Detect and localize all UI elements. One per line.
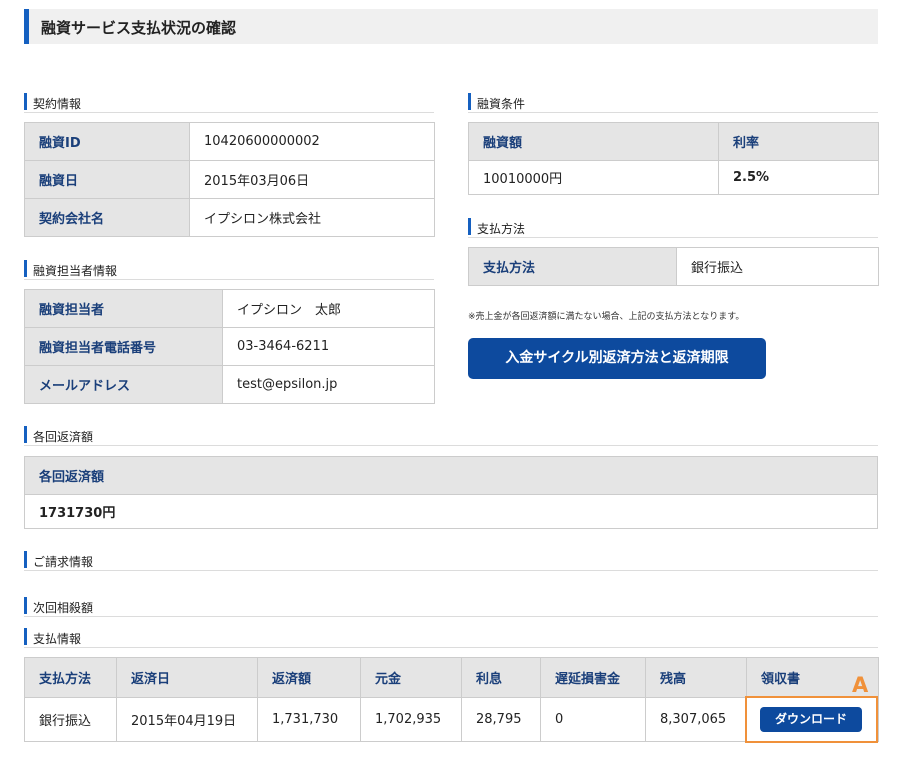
installment-table: 各回返済額 1731730円 [24, 456, 878, 529]
download-receipt-button[interactable]: ダウンロード [760, 707, 862, 732]
officer-table: 融資担当者 イプシロン 太郎 融資担当者電話番号 03-3464-6211 メー… [24, 289, 435, 404]
repayment-schedule-button[interactable]: 入金サイクル別返済方法と返済期限 [468, 338, 766, 379]
installment-section-heading: 各回返済額 [24, 426, 878, 446]
loan-amount-value: 10010000円 [468, 160, 719, 195]
table-row: メールアドレス test@epsilon.jp [24, 365, 435, 404]
table-row: 支払方法 銀行振込 [468, 247, 879, 286]
payment-info-section-heading: 支払情報 [24, 628, 878, 648]
contract-section-heading: 契約情報 [24, 93, 434, 113]
table-row: 支払方法 返済日 返済額 元金 利息 遅延損害金 残高 領収書 [24, 657, 879, 698]
annotation-marker-a: A [852, 673, 869, 697]
table-row: 融資担当者電話番号 03-3464-6211 [24, 327, 435, 366]
billing-section-heading: ご請求情報 [24, 551, 878, 571]
table-row: 1731730円 [24, 494, 878, 529]
officer-email-value: test@epsilon.jp [222, 365, 435, 404]
table-row: 各回返済額 [24, 456, 878, 495]
contract-table: 融資ID 10420600000002 融資日 2015年03月06日 契約会社… [24, 122, 435, 237]
loan-id-value: 10420600000002 [189, 122, 435, 161]
loan-date-value: 2015年03月06日 [189, 160, 435, 199]
table-row: 10010000円 2.5% [468, 160, 879, 195]
payment-method-note: ※売上金が各回返済額に満たない場合、上記の支払方法となります。 [468, 312, 745, 322]
next-offset-section-heading: 次回相殺額 [24, 597, 878, 617]
table-row: 融資ID 10420600000002 [24, 122, 435, 161]
installment-value: 1731730円 [24, 494, 878, 529]
payment-method-table: 支払方法 銀行振込 [468, 247, 879, 286]
table-row: 融資担当者 イプシロン 太郎 [24, 289, 435, 328]
conditions-section-heading: 融資条件 [468, 93, 878, 113]
conditions-table: 融資額 利率 10010000円 2.5% [468, 122, 879, 195]
officer-name-value: イプシロン 太郎 [222, 289, 435, 328]
company-name-value: イプシロン株式会社 [189, 198, 435, 237]
page-title: 融資サービス支払状況の確認 [41, 19, 237, 37]
payment-method-section-heading: 支払方法 [468, 218, 878, 238]
table-row: 融資日 2015年03月06日 [24, 160, 435, 199]
table-row: 契約会社名 イプシロン株式会社 [24, 198, 435, 237]
interest-rate-value: 2.5% [718, 160, 879, 195]
table-row: 融資額 利率 [468, 122, 879, 161]
page-title-bar: 融資サービス支払状況の確認 [24, 9, 878, 44]
officer-section-heading: 融資担当者情報 [24, 260, 434, 280]
officer-phone-value: 03-3464-6211 [222, 327, 435, 366]
payment-method-value: 銀行振込 [676, 247, 879, 286]
